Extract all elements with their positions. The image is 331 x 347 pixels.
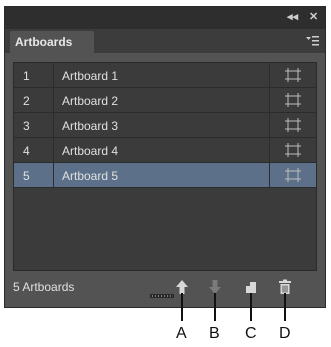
artboard-options-cell[interactable] bbox=[269, 88, 317, 112]
callout-line-a bbox=[181, 293, 183, 321]
artboard-number: 4 bbox=[14, 138, 54, 162]
arrow-up-icon bbox=[176, 280, 188, 294]
callout-line-c bbox=[250, 293, 252, 321]
callout-line-d bbox=[284, 293, 286, 321]
artboard-options-cell[interactable] bbox=[269, 163, 317, 187]
double-chevron-left-icon[interactable]: ◂◂ bbox=[287, 10, 298, 23]
callout-label-d: D bbox=[279, 325, 291, 342]
artboard-options-icon[interactable] bbox=[285, 118, 301, 132]
artboard-number: 2 bbox=[14, 88, 54, 112]
artboard-list: 1 Artboard 1 2 Artboard 2 3 Artboard 3 4 Artboa… bbox=[13, 62, 317, 271]
artboard-options-cell[interactable] bbox=[269, 138, 317, 162]
panel-title-bar: ◂◂ ✕ bbox=[5, 7, 325, 29]
artboard-options-icon[interactable] bbox=[285, 68, 301, 82]
artboard-name[interactable]: Artboard 3 bbox=[62, 119, 118, 133]
artboard-name[interactable]: Artboard 5 bbox=[62, 169, 118, 183]
artboard-name[interactable]: Artboard 2 bbox=[62, 94, 118, 108]
artboard-name[interactable]: Artboard 1 bbox=[62, 69, 118, 83]
artboard-options-icon[interactable] bbox=[285, 168, 301, 182]
artboard-number: 1 bbox=[14, 63, 54, 87]
artboard-options-cell[interactable] bbox=[269, 113, 317, 137]
panel-menu-icon[interactable] bbox=[305, 35, 319, 47]
artboard-options-icon[interactable] bbox=[285, 143, 301, 157]
artboard-row[interactable]: 5 Artboard 5 bbox=[14, 163, 316, 188]
callout-label-c: C bbox=[245, 325, 257, 342]
new-artboard-icon bbox=[246, 282, 256, 293]
callout-line-b bbox=[214, 293, 216, 321]
close-icon[interactable]: ✕ bbox=[309, 10, 318, 23]
artboard-options-cell[interactable] bbox=[269, 63, 317, 87]
artboards-panel: ◂◂ ✕ Artboards 1 Artboard 1 2 Artboard 2 3 Ar… bbox=[4, 6, 326, 308]
resize-grip[interactable] bbox=[150, 294, 174, 298]
artboard-options-icon[interactable] bbox=[285, 93, 301, 107]
panel-tab-row: Artboards bbox=[5, 29, 325, 53]
callout-label-b: B bbox=[209, 325, 220, 342]
artboard-row[interactable]: 4 Artboard 4 bbox=[14, 138, 316, 163]
tab-artboards[interactable]: Artboards bbox=[10, 31, 94, 53]
trash-icon bbox=[279, 279, 291, 294]
artboard-number: 5 bbox=[14, 163, 54, 187]
arrow-down-icon bbox=[209, 280, 221, 294]
callout-label-a: A bbox=[176, 325, 187, 342]
artboard-row[interactable]: 3 Artboard 3 bbox=[14, 113, 316, 138]
artboard-number: 3 bbox=[14, 113, 54, 137]
artboard-row[interactable]: 2 Artboard 2 bbox=[14, 88, 316, 113]
artboard-name[interactable]: Artboard 4 bbox=[62, 144, 118, 158]
artboard-row[interactable]: 1 Artboard 1 bbox=[14, 63, 316, 88]
artboard-count: 5 Artboards bbox=[13, 280, 75, 294]
